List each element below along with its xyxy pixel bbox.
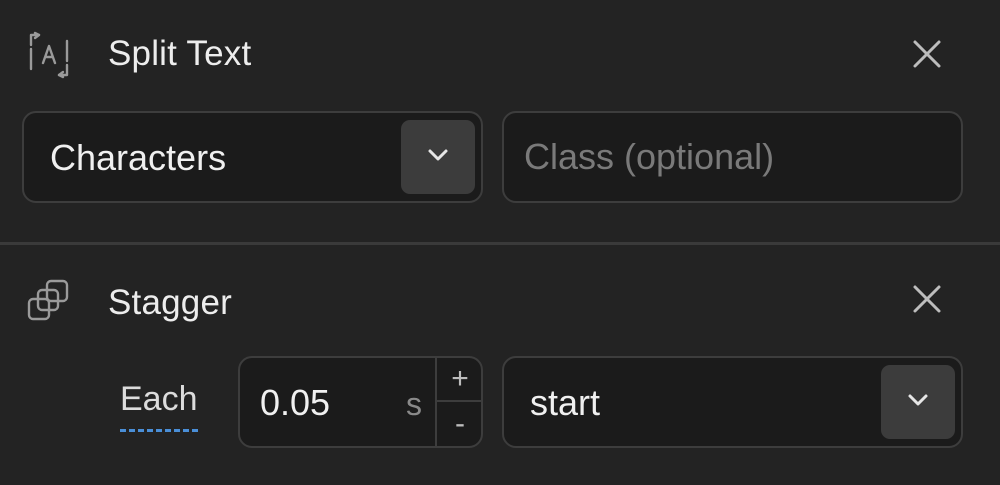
chevron-down-icon (907, 393, 929, 412)
increment-button[interactable]: + (437, 358, 483, 402)
split-mode-select[interactable]: Characters (22, 111, 483, 203)
close-icon (912, 39, 942, 74)
split-text-title: Split Text (108, 34, 252, 73)
stagger-stepper: + - (435, 358, 483, 446)
chevron-down-icon (427, 148, 449, 167)
stagger-from-select[interactable]: start (502, 356, 963, 448)
split-text-close-button[interactable] (900, 29, 954, 83)
stagger-title: Stagger (108, 283, 232, 322)
split-mode-value: Characters (50, 137, 227, 178)
stagger-amount-field[interactable]: 0.05 s + - (238, 356, 483, 448)
stagger-icon (24, 276, 74, 326)
split-text-icon (24, 30, 74, 80)
stagger-from-value: start (530, 382, 601, 423)
split-text-section: Split Text Characters (0, 0, 1000, 243)
stagger-from-dropdown-button[interactable] (881, 365, 955, 439)
close-icon (912, 284, 942, 319)
stagger-close-button[interactable] (900, 274, 954, 328)
stagger-unit-label: s (406, 386, 422, 422)
class-input[interactable] (504, 113, 961, 201)
stagger-each-label[interactable]: Each (120, 380, 198, 432)
decrement-button[interactable]: - (437, 402, 483, 446)
split-mode-dropdown-button[interactable] (401, 120, 475, 194)
stagger-amount-value[interactable]: 0.05 (260, 382, 330, 424)
class-input-field[interactable] (502, 111, 963, 203)
stagger-section: Stagger Each 0.05 s + - start (0, 245, 1000, 485)
